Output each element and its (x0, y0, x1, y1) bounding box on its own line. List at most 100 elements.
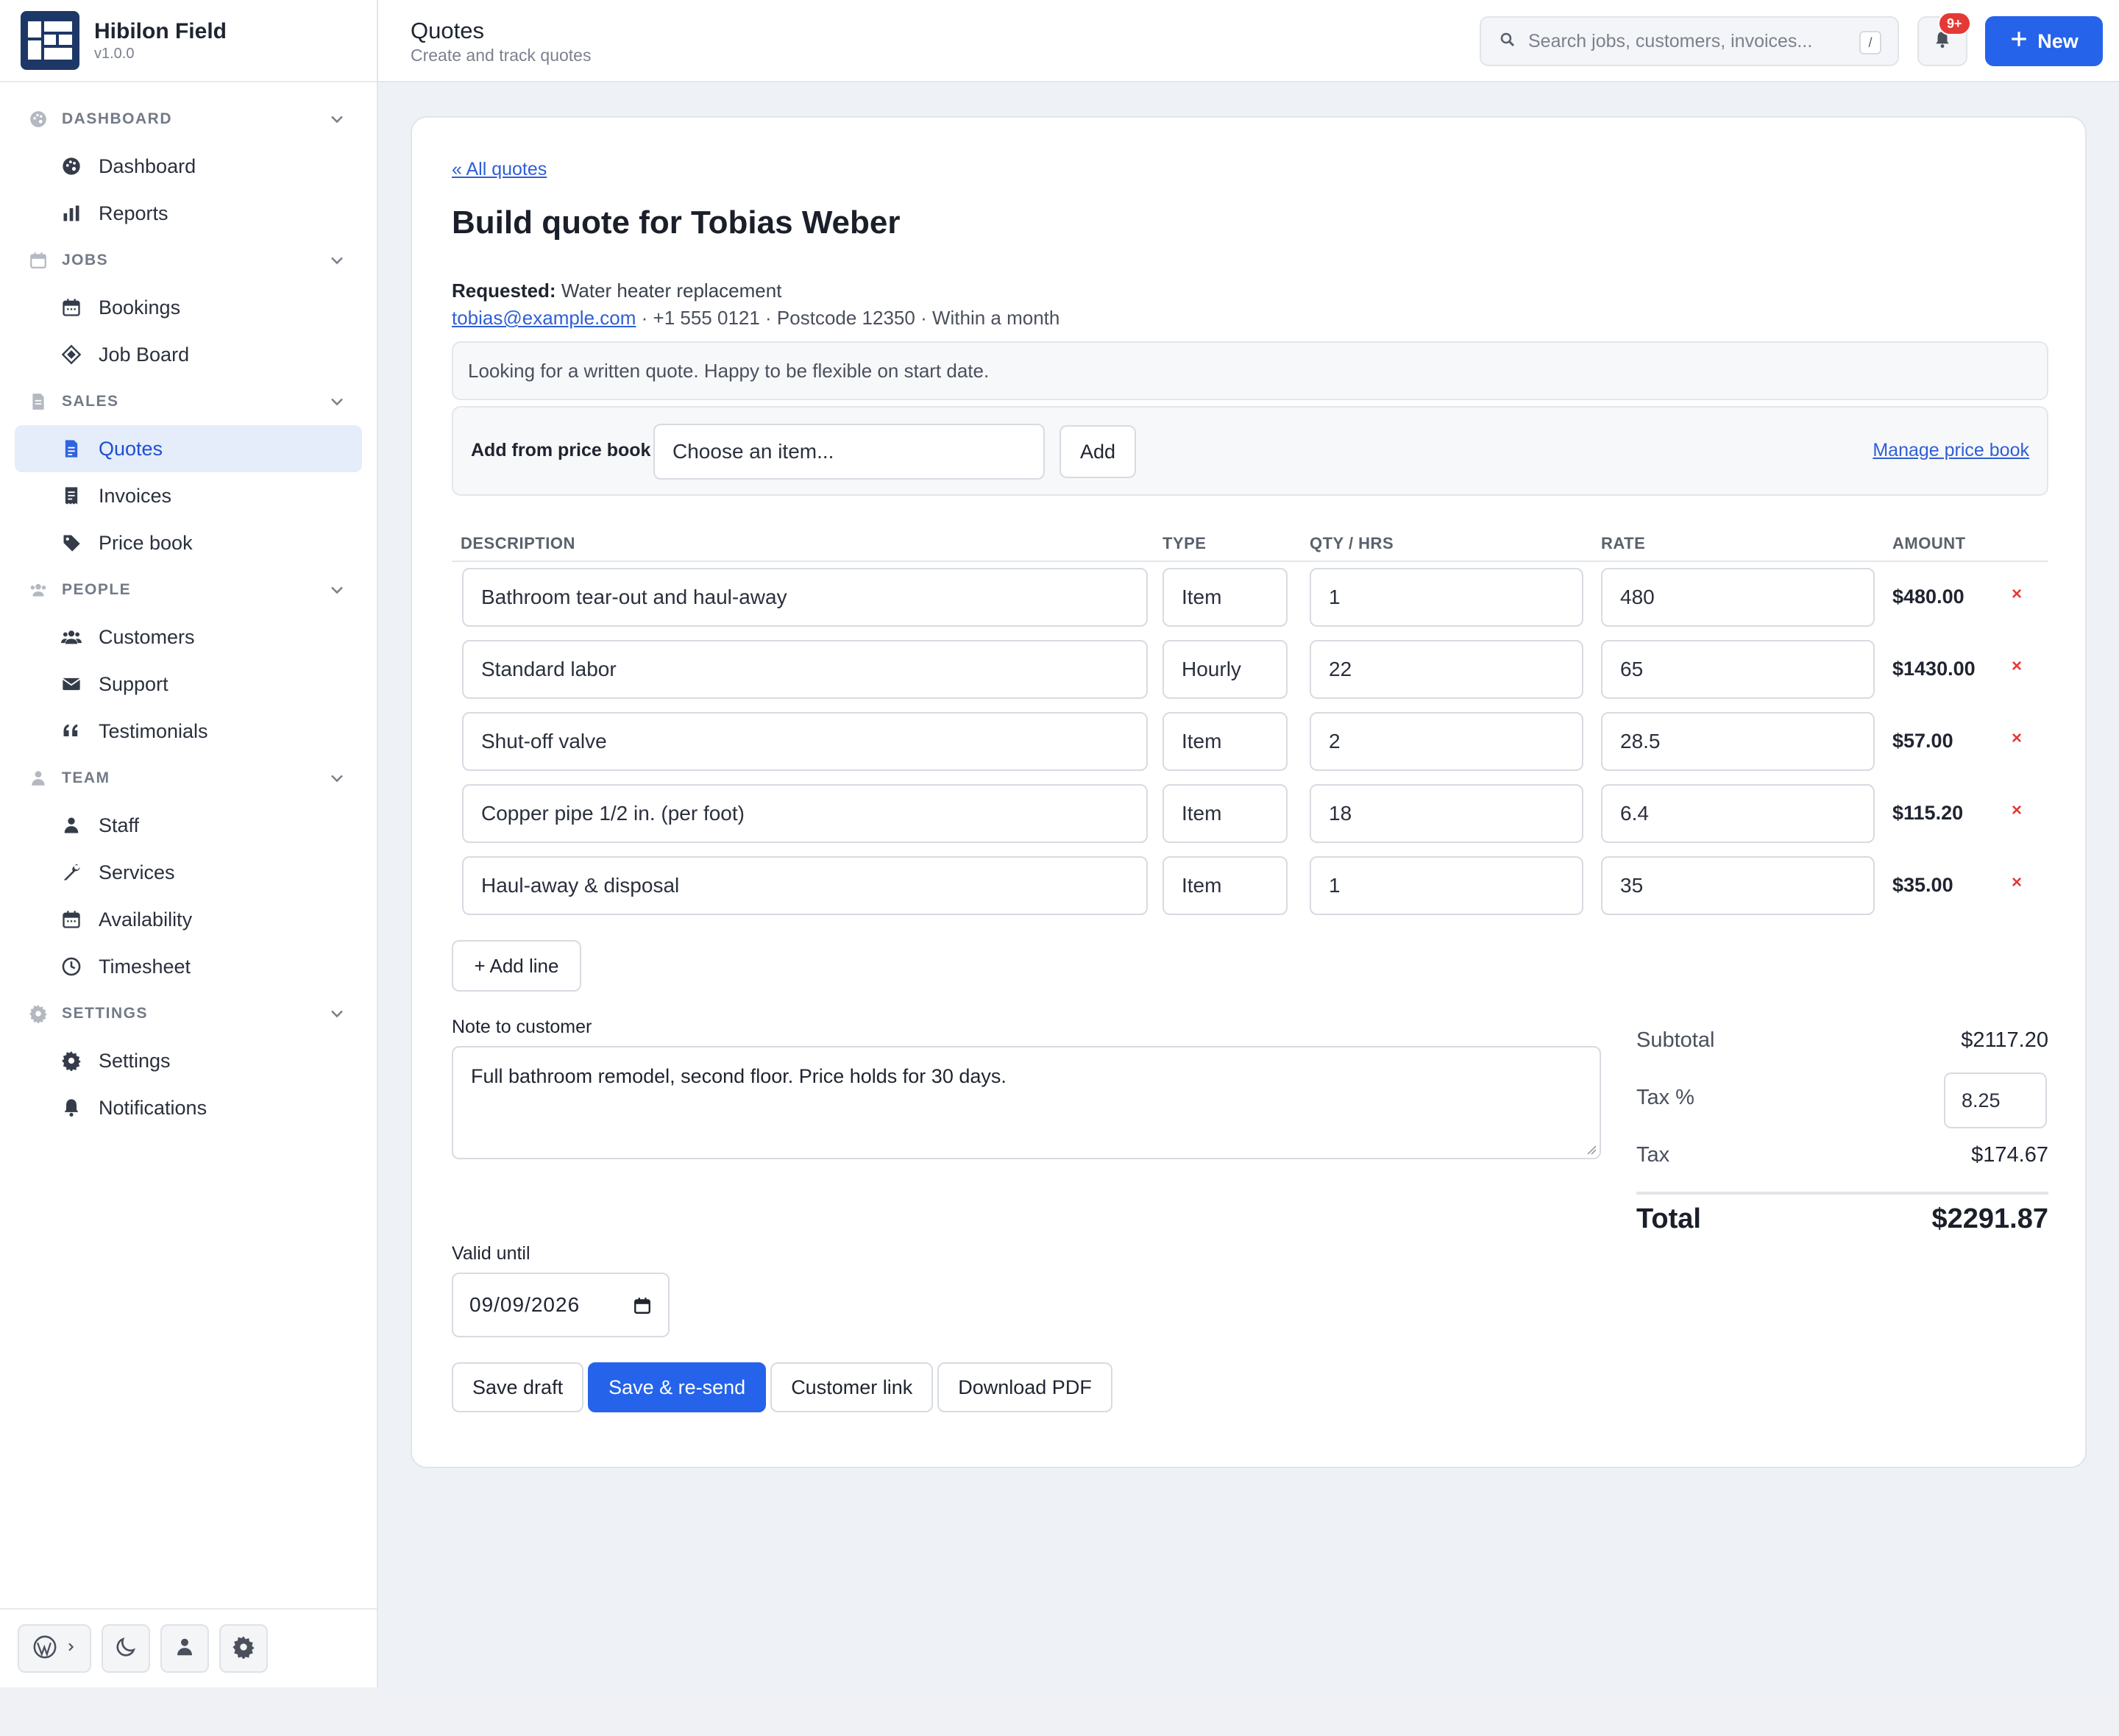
remove-line-icon[interactable]: × (2012, 800, 2022, 821)
total-row: Total $2291.87 (1636, 1192, 2048, 1248)
description-input[interactable]: Haul-away & disposal (462, 856, 1148, 915)
price-book-select[interactable]: Choose an item... (653, 424, 1045, 480)
user-icon (60, 814, 82, 836)
brand[interactable]: Hibilon Field v1.0.0 (0, 0, 377, 82)
qty-input[interactable]: 18 (1310, 784, 1583, 843)
sidebar-item-bookings[interactable]: Bookings (15, 284, 362, 331)
section-jobs[interactable]: JOBS (0, 237, 377, 284)
profile-button[interactable] (160, 1624, 209, 1673)
sidebar-item-customers[interactable]: Customers (15, 613, 362, 661)
sidebar-item-services[interactable]: Services (15, 849, 362, 896)
resize-grip-icon[interactable] (1586, 1145, 1597, 1155)
line-items-header: DESCRIPTION TYPE QTY / HRS RATE AMOUNT (452, 525, 2048, 562)
search-input[interactable]: Search jobs, customers, invoices... / (1480, 16, 1899, 66)
qty-input[interactable]: 1 (1310, 856, 1583, 915)
customer-message: Looking for a written quote. Happy to be… (452, 341, 2048, 400)
description-input[interactable]: Bathroom tear-out and haul-away (462, 568, 1148, 627)
subtotal-label: Subtotal (1636, 1028, 1715, 1052)
sidebar-item-notifications[interactable]: Notifications (15, 1084, 362, 1131)
wrench-icon (60, 861, 82, 883)
qty-input[interactable]: 1 (1310, 568, 1583, 627)
remove-line-icon[interactable]: × (2012, 872, 2022, 893)
remove-line-icon[interactable]: × (2012, 584, 2022, 605)
sidebar-item-dashboard[interactable]: Dashboard (15, 143, 362, 190)
section-label: JOBS (62, 252, 109, 268)
sidebar-item-staff[interactable]: Staff (15, 802, 362, 849)
wordpress-menu-button[interactable] (18, 1624, 91, 1673)
price-book-add-button[interactable]: Add (1060, 425, 1136, 478)
quote-actions: Save draft Save & re-send Customer link … (452, 1362, 1112, 1412)
new-button[interactable]: New (1985, 16, 2103, 66)
table-row: Copper pipe 1/2 in. (per foot) Item 18 6… (452, 784, 2048, 843)
chevron-down-icon (331, 115, 343, 124)
column-header-rate: RATE (1601, 534, 1646, 552)
section-dashboard[interactable]: DASHBOARD (0, 96, 377, 143)
bar-chart-icon (60, 202, 82, 224)
customer-email-link[interactable]: tobias@example.com (452, 307, 636, 329)
table-row: Bathroom tear-out and haul-away Item 1 4… (452, 568, 2048, 627)
section-team[interactable]: TEAM (0, 755, 377, 802)
tax-rate-input[interactable]: 8.25 (1944, 1072, 2047, 1128)
sidebar-item-reports[interactable]: Reports (15, 190, 362, 237)
section-label: PEOPLE (62, 581, 132, 598)
tax-rate-row: Tax % 8.25 (1636, 1072, 2048, 1130)
rate-input[interactable]: 35 (1601, 856, 1875, 915)
envelope-icon (60, 673, 82, 695)
sidebar-item-price-book[interactable]: Price book (15, 519, 362, 566)
totals-panel: Subtotal $2117.20 Tax % 8.25 Tax $174.67… (1636, 1015, 2048, 1248)
gear-icon (232, 1635, 255, 1662)
type-select[interactable]: Hourly (1163, 640, 1288, 699)
save-resend-button[interactable]: Save & re-send (588, 1362, 767, 1412)
section-sales[interactable]: SALES (0, 378, 377, 425)
quote-builder-card: « All quotes Build quote for Tobias Webe… (411, 116, 2087, 1468)
description-input[interactable]: Copper pipe 1/2 in. (per foot) (462, 784, 1148, 843)
valid-until-label: Valid until (452, 1243, 530, 1264)
remove-line-icon[interactable]: × (2012, 656, 2022, 677)
rate-input[interactable]: 65 (1601, 640, 1875, 699)
qty-input[interactable]: 22 (1310, 640, 1583, 699)
description-input[interactable]: Standard labor (462, 640, 1148, 699)
qty-input[interactable]: 2 (1310, 712, 1583, 771)
add-line-button[interactable]: + Add line (452, 940, 581, 992)
settings-button[interactable] (219, 1624, 268, 1673)
valid-until-date-input[interactable]: 09/09/2026 (452, 1273, 670, 1337)
customer-link-button[interactable]: Customer link (770, 1362, 934, 1412)
sidebar-item-job-board[interactable]: Job Board (15, 331, 362, 378)
remove-line-icon[interactable]: × (2012, 728, 2022, 749)
sidebar-item-label: Availability (99, 908, 193, 931)
calendar-icon[interactable] (633, 1296, 652, 1315)
description-input[interactable]: Shut-off valve (462, 712, 1148, 771)
app-root: Hibilon Field v1.0.0 DASHBOARD Dashboard… (0, 0, 2119, 1687)
invoice-icon (60, 485, 82, 507)
clock-icon (60, 956, 82, 978)
rate-input[interactable]: 480 (1601, 568, 1875, 627)
sidebar-item-settings[interactable]: Settings (15, 1037, 362, 1084)
sidebar-item-timesheet[interactable]: Timesheet (15, 943, 362, 990)
sidebar-item-invoices[interactable]: Invoices (15, 472, 362, 519)
line-amount: $35.00 (1892, 874, 1953, 896)
type-select[interactable]: Item (1163, 712, 1288, 771)
sidebar-item-label: Staff (99, 814, 140, 836)
requested-line: Requested: Water heater replacement (452, 280, 781, 302)
type-select[interactable]: Item (1163, 568, 1288, 627)
wordpress-icon (32, 1634, 57, 1663)
note-textarea[interactable]: Full bathroom remodel, second floor. Pri… (452, 1046, 1601, 1159)
type-select[interactable]: Item (1163, 856, 1288, 915)
sidebar-item-availability[interactable]: Availability (15, 896, 362, 943)
section-settings[interactable]: SETTINGS (0, 990, 377, 1037)
all-quotes-link[interactable]: « All quotes (452, 159, 547, 180)
contact-details: · +1 555 0121 · Postcode 12350 · Within … (641, 307, 1060, 329)
rate-input[interactable]: 28.5 (1601, 712, 1875, 771)
save-draft-button[interactable]: Save draft (452, 1362, 584, 1412)
sidebar-item-support[interactable]: Support (15, 661, 362, 708)
section-people[interactable]: PEOPLE (0, 566, 377, 613)
dark-mode-button[interactable] (102, 1624, 150, 1673)
rate-input[interactable]: 6.4 (1601, 784, 1875, 843)
line-amount: $57.00 (1892, 730, 1953, 752)
manage-price-book-link[interactable]: Manage price book (1873, 440, 2029, 461)
ticket-icon (60, 344, 82, 366)
type-select[interactable]: Item (1163, 784, 1288, 843)
download-pdf-button[interactable]: Download PDF (937, 1362, 1112, 1412)
sidebar-item-testimonials[interactable]: Testimonials (15, 708, 362, 755)
sidebar-item-quotes[interactable]: Quotes (15, 425, 362, 472)
